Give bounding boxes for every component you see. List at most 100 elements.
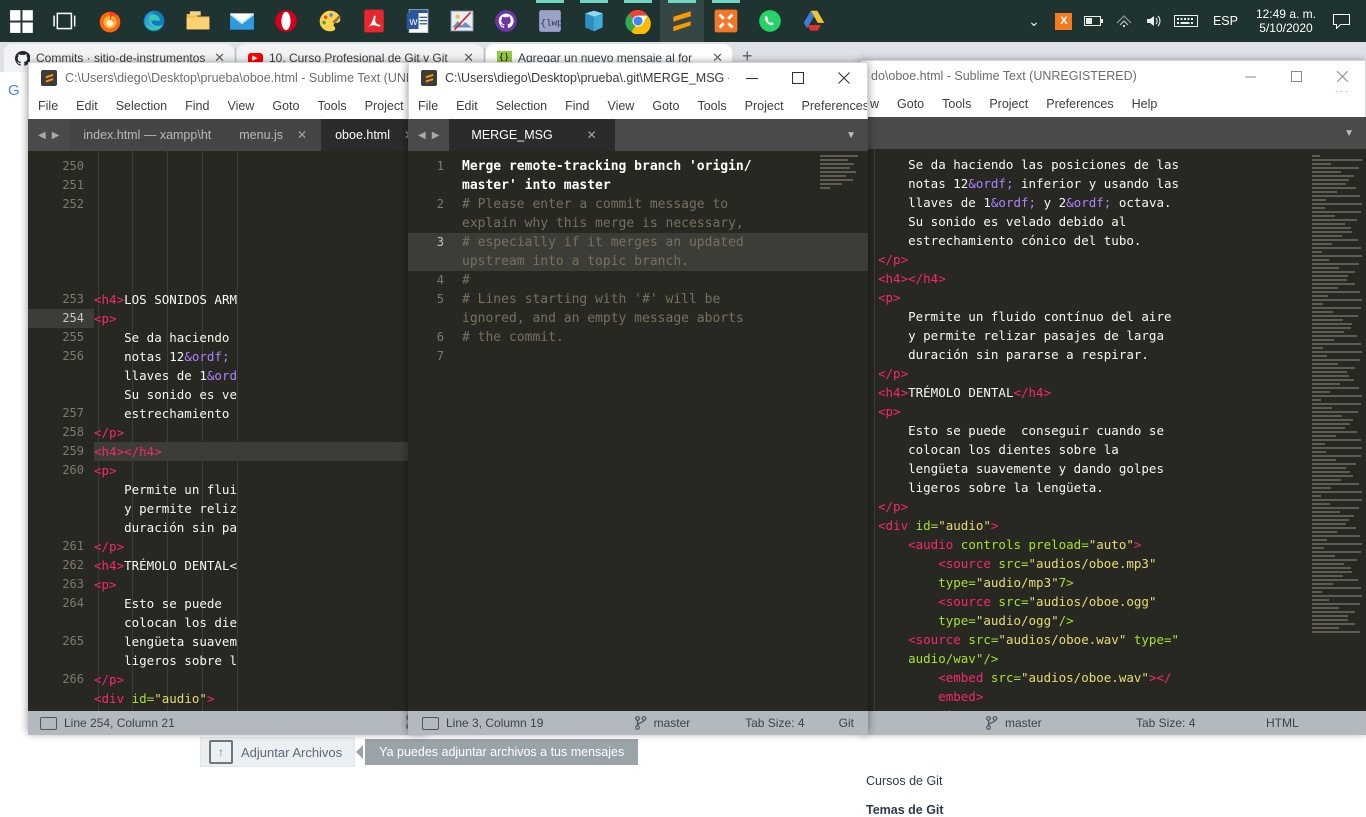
menu-item-tools[interactable]: Tools (688, 99, 735, 113)
code-line[interactable]: estrechamiento (94, 404, 428, 423)
code-line[interactable]: colocan los die (94, 613, 428, 632)
taskbar-drive[interactable] (792, 0, 836, 42)
menu-item-goto[interactable]: Goto (643, 99, 688, 113)
start-button[interactable] (0, 0, 44, 42)
code-line[interactable]: ignored, and an empty message aborts (454, 309, 868, 328)
prev-tab-icon[interactable]: ◀ (418, 130, 426, 141)
status-tab-size[interactable]: Tab Size: 4 (745, 716, 839, 730)
menu-item-project[interactable]: Project (736, 99, 793, 113)
code-line[interactable]: notas 12&ordf; inferior y usando las (878, 174, 1366, 193)
wifi-icon[interactable] (1109, 0, 1139, 42)
code-line[interactable]: Se da haciendo (94, 328, 428, 347)
page-link-cursos-git[interactable]: Cursos de Git (866, 774, 942, 788)
code-line[interactable]: # the commit. (454, 328, 868, 347)
menu-item-preferences[interactable]: Preferences (1037, 97, 1122, 111)
code-line[interactable]: </p> (878, 364, 1366, 383)
taskbar-paint[interactable] (308, 0, 352, 42)
code-line[interactable]: type="audio/mp3"7> (878, 573, 1366, 592)
tab-bar[interactable]: ▼ (860, 117, 1366, 149)
code-line[interactable]: Permite un flui (94, 480, 428, 499)
menu-item-edit[interactable]: Edit (67, 99, 107, 113)
taskbar-chrome[interactable] (616, 0, 660, 42)
code-line[interactable]: <h4>TRÉMOLO DENTAL< (94, 556, 428, 575)
code-line[interactable]: <p> (878, 402, 1366, 421)
code-line[interactable]: <div id="audio"> (94, 689, 428, 708)
menu-bar[interactable]: File Edit Selection Find View Goto Tools… (408, 93, 868, 119)
code-line[interactable]: llaves de 1&ord (94, 366, 428, 385)
more-options-icon[interactable]: ⋯ (1325, 91, 1359, 99)
code-line[interactable]: </p> (94, 537, 428, 556)
sublime-window-merge-msg[interactable]: C:\Users\diego\Desktop\prueba\.git\MERGE… (408, 62, 868, 735)
tab-bar[interactable]: ◀ ▶ index.html — xampp\ht menu.js ✕ oboe… (28, 119, 428, 151)
taskbar-mail[interactable] (220, 0, 264, 42)
menu-item-file[interactable]: File (409, 99, 447, 113)
language-indicator[interactable]: ESP (1203, 14, 1248, 28)
next-tab-icon[interactable]: ▶ (52, 130, 60, 141)
status-tab-size[interactable]: Tab Size: 4 (1136, 716, 1266, 730)
taskbar-acrobat[interactable] (352, 0, 396, 42)
tab-bar[interactable]: ◀ ▶ MERGE_MSG ✕ ▼ (408, 119, 868, 151)
notification-icon[interactable] (1324, 0, 1358, 42)
code-line[interactable]: colocan los dientes sobre la (878, 440, 1366, 459)
minimap[interactable] (820, 153, 866, 189)
maximize-button[interactable] (775, 63, 821, 93)
close-button[interactable] (821, 63, 867, 93)
menu-item-selection[interactable]: Selection (107, 99, 176, 113)
taskbar-photoshop[interactable] (440, 0, 484, 42)
code-content[interactable]: Merge remote-tracking branch 'origin/mas… (454, 151, 868, 711)
code-line[interactable]: Merge remote-tracking branch 'origin/ (454, 157, 868, 176)
menu-item-find[interactable]: Find (176, 99, 218, 113)
editor-tab-merge-msg[interactable]: MERGE_MSG ✕ (449, 119, 615, 151)
code-line[interactable]: ligeros sobre l (94, 651, 428, 670)
close-icon[interactable]: ✕ (587, 128, 597, 142)
code-line[interactable]: <h4></h4> (878, 269, 1366, 288)
windows-taskbar[interactable]: W {lwp} ⌄ X ESP 12:49 a. m. 5/10/2020 (0, 0, 1366, 42)
code-line[interactable]: Esto se puede conseguir cuando se (878, 421, 1366, 440)
title-bar[interactable]: do\oboe.html - Sublime Text (UNREGISTERE… (860, 60, 1366, 91)
code-line[interactable]: <embed src="audios/oboe.wav"></ (878, 668, 1366, 687)
minimize-button[interactable] (729, 63, 775, 93)
volume-icon[interactable] (1139, 0, 1169, 42)
code-line[interactable]: lengüeta suavem (94, 632, 428, 651)
menu-item-goto[interactable]: Goto (888, 97, 933, 111)
code-line[interactable]: llaves de 1&ordf; y 2&ordf; octava. (878, 193, 1366, 212)
code-line[interactable]: # Please enter a commit message to (454, 195, 868, 214)
code-line[interactable]: y permite reliz (94, 499, 428, 518)
clock[interactable]: 12:49 a. m. 5/10/2020 (1248, 7, 1324, 35)
menu-item-help[interactable]: Help (1123, 97, 1167, 111)
system-tray[interactable]: ⌄ X ESP 12:49 a. m. 5/10/2020 (1019, 0, 1366, 42)
menu-item-preferences[interactable]: Preferences (793, 99, 867, 113)
code-line[interactable] (454, 347, 868, 366)
status-bar[interactable]: master Tab Size: 4 HTML (860, 711, 1366, 735)
prev-tab-icon[interactable]: ◀ (38, 130, 46, 141)
editor-tab-index-html[interactable]: index.html — xampp\ht (69, 119, 226, 151)
menu-item-tools[interactable]: Tools (308, 99, 355, 113)
code-line[interactable]: <div id="audio"> (878, 516, 1366, 535)
menu-item-find[interactable]: Find (556, 99, 598, 113)
code-line[interactable]: <h4></h4> (94, 442, 428, 461)
page-link-temas-git[interactable]: Temas de Git (866, 803, 944, 817)
menu-bar[interactable]: File Edit Selection Find View Goto Tools… (28, 93, 428, 119)
menu-item-project[interactable]: Project (980, 97, 1037, 111)
taskbar-wordpress[interactable]: {lwp} (528, 0, 572, 42)
code-line[interactable]: </audio> (878, 706, 1366, 711)
code-line[interactable]: type="audio/ogg"/> (878, 611, 1366, 630)
sublime-window-right[interactable]: do\oboe.html - Sublime Text (UNREGISTERE… (860, 60, 1366, 735)
chevron-down-icon[interactable]: ▼ (1332, 117, 1366, 149)
close-button[interactable] (1319, 61, 1365, 91)
status-syntax[interactable]: Git (839, 716, 868, 730)
task-view-button[interactable] (44, 0, 88, 42)
code-line[interactable]: explain why this merge is necessary, (454, 214, 868, 233)
code-line[interactable]: </p> (94, 423, 428, 442)
code-line[interactable]: upstream into a topic branch. (454, 252, 868, 271)
menu-item-edit[interactable]: Edit (447, 99, 487, 113)
title-bar[interactable]: C:\Users\diego\Desktop\prueba\.git\MERGE… (408, 62, 868, 93)
code-line[interactable]: Esto se puede (94, 594, 428, 613)
taskbar-sublime[interactable] (660, 0, 704, 42)
status-bar[interactable]: Line 3, Column 19 master Tab Size: 4 Git (408, 711, 868, 735)
code-line[interactable]: <h4>TRÉMOLO DENTAL</h4> (878, 383, 1366, 402)
taskbar-whatsapp[interactable] (748, 0, 792, 42)
chevron-up-icon[interactable]: ⌄ (1019, 0, 1049, 42)
code-line[interactable]: Permite un fluido contínuo del aire (878, 307, 1366, 326)
code-line[interactable]: <source src="audios/oboe.ogg" (878, 592, 1366, 611)
